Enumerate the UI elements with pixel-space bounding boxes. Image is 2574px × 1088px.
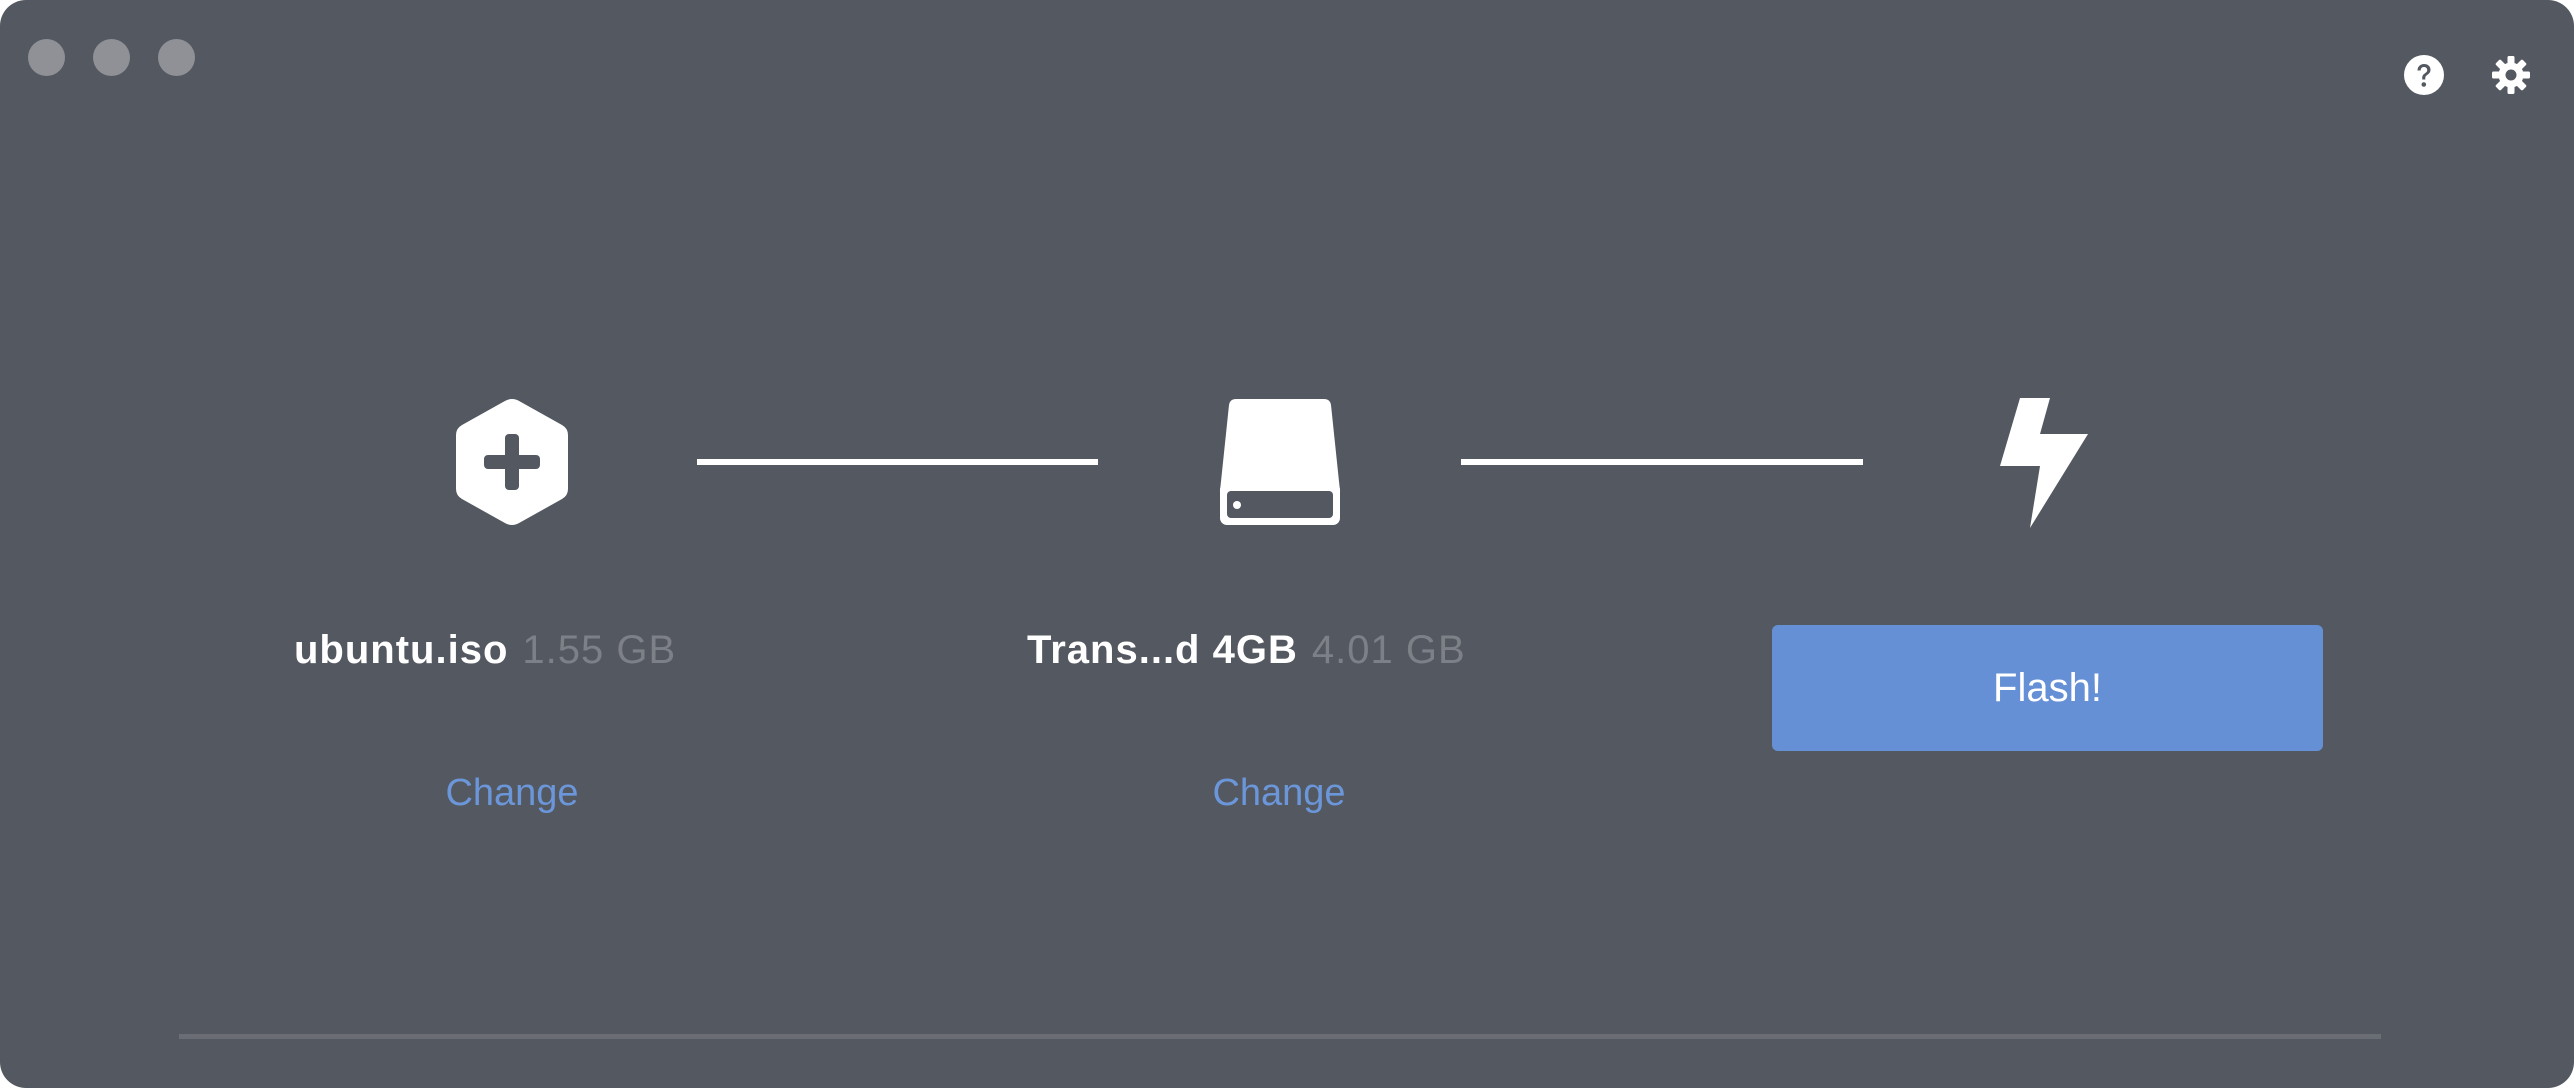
app-window: ubuntu.iso 1.55 GB Trans...d 4GB 4.01 GB C…: [0, 0, 2574, 1088]
close-window-button[interactable]: [28, 39, 65, 76]
image-label: ubuntu.iso 1.55 GB: [294, 628, 734, 673]
connector-line-1: [697, 459, 1098, 465]
connector-line-2: [1461, 459, 1863, 465]
zoom-window-button[interactable]: [158, 39, 195, 76]
drive-label: Trans...d 4GB 4.01 GB: [1027, 628, 1547, 673]
change-drive-link[interactable]: Change: [1179, 772, 1379, 815]
lightning-icon: [2000, 398, 2088, 528]
drive-icon[interactable]: [1216, 395, 1344, 529]
image-name: ubuntu.iso: [294, 628, 509, 672]
image-size: 1.55 GB: [522, 628, 677, 672]
minimize-window-button[interactable]: [93, 39, 130, 76]
progress-track: [179, 1034, 2381, 1039]
add-image-hexagon-icon[interactable]: [452, 395, 572, 529]
gear-icon[interactable]: [2490, 54, 2532, 96]
drive-name: Trans...d 4GB: [1027, 628, 1298, 672]
toolbar: [2403, 54, 2532, 96]
window-controls: [28, 39, 195, 76]
help-icon[interactable]: [2403, 54, 2445, 96]
drive-size: 4.01 GB: [1311, 628, 1466, 672]
change-image-link[interactable]: Change: [412, 772, 612, 815]
flash-button[interactable]: Flash!: [1772, 625, 2323, 751]
